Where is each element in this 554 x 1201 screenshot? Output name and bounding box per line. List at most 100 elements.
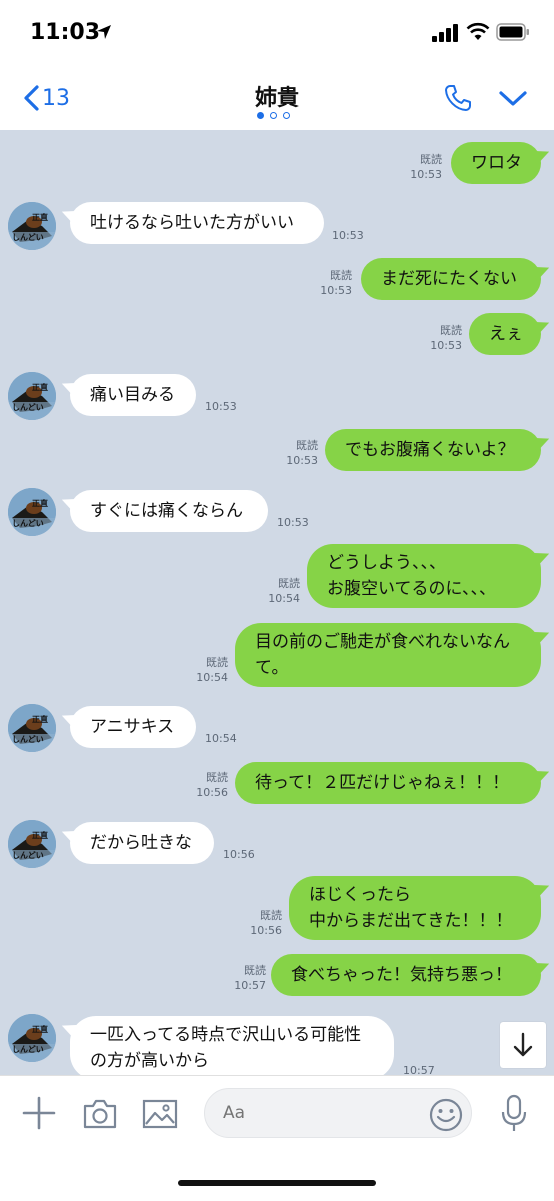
sent-message-bubble[interactable]: まだ死にたくない <box>361 258 541 300</box>
scroll-to-bottom-button[interactable] <box>500 1022 546 1068</box>
emoji-button[interactable] <box>428 1097 464 1137</box>
message-meta: 既読 10:54 <box>262 576 300 606</box>
phone-icon <box>445 85 471 111</box>
message-time: 10:53 <box>320 284 352 297</box>
received-message-bubble[interactable]: 一匹入ってる時点で沢山いる可能性 の方が高いから <box>70 1016 394 1075</box>
avatar-label: 正直 <box>32 383 48 392</box>
image-icon <box>142 1099 178 1129</box>
message-time: 10:57 <box>234 979 266 992</box>
sent-message-bubble[interactable]: 待って！２匹だけじゃねぇ！！！ <box>235 762 541 804</box>
microphone-icon <box>501 1094 527 1131</box>
avatar-label: しんどい <box>12 233 44 242</box>
message-meta: 既読 10:53 <box>280 438 318 468</box>
received-message-bubble[interactable]: すぐには痛くならん <box>70 490 268 532</box>
message-line: て。 <box>255 658 289 678</box>
avatar[interactable]: 正直 しんどい <box>8 202 56 250</box>
read-receipt: 既読 <box>260 909 282 922</box>
home-indicator[interactable] <box>178 1180 376 1186</box>
received-message-bubble[interactable]: 吐けるなら吐いた方がいい <box>70 202 324 244</box>
chevron-down-icon <box>499 91 527 106</box>
camera-icon <box>83 1099 117 1129</box>
status-time: 11:03 <box>30 20 101 45</box>
received-message-bubble[interactable]: だから吐きな <box>70 822 214 864</box>
page-indicator <box>257 112 290 119</box>
image-button[interactable] <box>142 1098 178 1134</box>
page-dot <box>270 112 277 119</box>
sent-message-bubble[interactable]: でもお腹痛くないよ？ <box>325 429 541 471</box>
read-receipt: 既読 <box>206 771 228 784</box>
message-meta: 既読 10:56 <box>244 908 282 938</box>
message-line: お腹空いてるのに、、、 <box>327 579 496 599</box>
sent-message-bubble[interactable]: ワロタ <box>451 142 541 184</box>
read-receipt: 既読 <box>278 577 300 590</box>
message-time: 10:54 <box>196 671 228 684</box>
sent-message-bubble[interactable]: 食べちゃった！気持ち悪っ！ <box>271 954 541 996</box>
message-time: 10:56 <box>223 848 255 861</box>
read-receipt: 既読 <box>440 324 462 337</box>
avatar-label: 正直 <box>32 831 48 840</box>
message-meta: 既読 10:53 <box>404 152 442 182</box>
avatar-label: 正直 <box>32 213 48 222</box>
page-dot-active <box>257 112 264 119</box>
add-attachment-button[interactable] <box>22 1096 56 1134</box>
read-receipt: 既読 <box>206 656 228 669</box>
menu-toggle-button[interactable] <box>498 86 528 114</box>
avatar[interactable]: 正直 しんどい <box>8 820 56 868</box>
avatar[interactable]: 正直 しんどい <box>8 704 56 752</box>
message-time: 10:53 <box>410 168 442 181</box>
avatar-label: 正直 <box>32 1025 48 1034</box>
read-receipt: 既読 <box>244 964 266 977</box>
received-message-bubble[interactable]: 痛い目みる <box>70 374 196 416</box>
read-receipt: 既読 <box>296 439 318 452</box>
message-line: どうしよう、、、 <box>327 553 446 573</box>
sent-message-bubble[interactable]: ほじくったら 中からまだ出てきた！！！ <box>289 876 541 940</box>
received-message-bubble[interactable]: アニサキス <box>70 706 196 748</box>
message-line: 中からまだ出てきた！！！ <box>309 911 513 931</box>
status-bar: 11:03 <box>0 0 554 66</box>
message-line: ほじくったら <box>309 885 411 905</box>
camera-button[interactable] <box>82 1098 118 1134</box>
message-line: 目の前のご馳走が食べれないなん <box>255 632 510 652</box>
message-meta: 既読 10:53 <box>424 323 462 353</box>
message-time: 10:56 <box>196 786 228 799</box>
message-meta: 既読 10:54 <box>190 655 228 685</box>
message-time: 10:54 <box>205 732 237 745</box>
message-line: の方が高いから <box>90 1051 209 1071</box>
message-time: 10:56 <box>250 924 282 937</box>
avatar[interactable]: 正直 しんどい <box>8 1014 56 1062</box>
message-line: 一匹入ってる時点で沢山いる可能性 <box>90 1025 362 1045</box>
message-meta: 既読 10:56 <box>190 770 228 800</box>
message-time: 10:53 <box>277 516 309 529</box>
sent-message-bubble[interactable]: 目の前のご馳走が食べれないなん て。 <box>235 623 541 687</box>
sent-message-bubble[interactable]: どうしよう、、、 お腹空いてるのに、、、 <box>307 544 541 608</box>
message-time: 10:57 <box>403 1064 435 1075</box>
read-receipt: 既読 <box>330 269 352 282</box>
message-meta: 既読 10:57 <box>228 963 266 993</box>
battery-icon <box>496 22 530 46</box>
call-button[interactable] <box>442 82 474 118</box>
chat-header: 13 姉貴 <box>0 66 554 131</box>
message-time: 10:53 <box>205 400 237 413</box>
message-time: 10:53 <box>332 229 364 242</box>
message-time: 10:53 <box>286 454 318 467</box>
page-dot <box>283 112 290 119</box>
arrow-down-icon <box>513 1032 533 1057</box>
message-time: 10:53 <box>430 339 462 352</box>
avatar-label: しんどい <box>12 1045 44 1054</box>
message-time: 10:54 <box>268 592 300 605</box>
avatar-label: しんどい <box>12 403 44 412</box>
plus-icon <box>22 1096 56 1130</box>
avatar[interactable]: 正直 しんどい <box>8 488 56 536</box>
location-arrow-icon <box>96 24 112 44</box>
avatar-label: しんどい <box>12 735 44 744</box>
sent-message-bubble[interactable]: えぇ <box>469 313 541 355</box>
chat-message-list[interactable]: 既読 10:53 ワロタ 正直 しんどい 吐けるなら吐いた方がいい 10:53 … <box>0 130 554 1075</box>
avatar[interactable]: 正直 しんどい <box>8 372 56 420</box>
emoji-icon <box>429 1098 463 1132</box>
wifi-icon <box>466 22 490 46</box>
read-receipt: 既読 <box>420 153 442 166</box>
message-meta: 既読 10:53 <box>314 268 352 298</box>
avatar-label: しんどい <box>12 519 44 528</box>
avatar-label: しんどい <box>12 851 44 860</box>
voice-input-button[interactable] <box>500 1094 528 1138</box>
